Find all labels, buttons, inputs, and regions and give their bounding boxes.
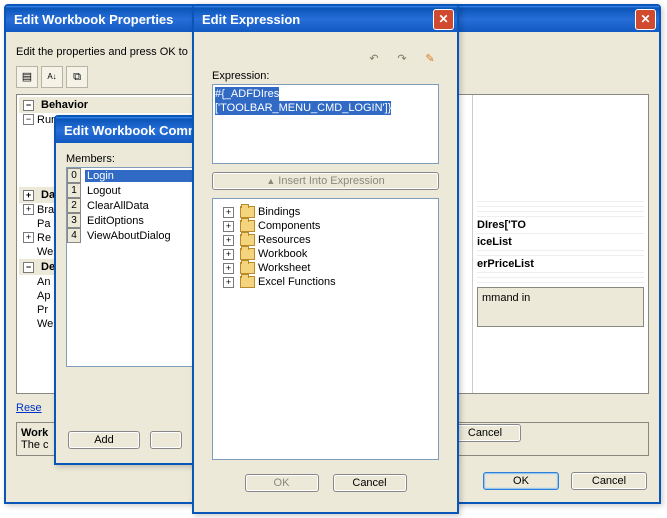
collapse-icon[interactable]: − — [23, 100, 34, 111]
dlgC-title: Edit Expression — [202, 12, 300, 27]
up-arrow-icon: ▲ — [266, 176, 275, 186]
expand-icon[interactable]: + — [223, 263, 234, 274]
dlgB-title: Edit Workbook Comm — [64, 123, 200, 138]
expand-icon[interactable]: + — [223, 207, 234, 218]
reset-link[interactable]: Rese — [16, 402, 42, 414]
folder-icon — [240, 206, 255, 218]
ok-button[interactable]: OK — [245, 474, 319, 492]
tree-item-worksheet[interactable]: +Worksheet — [217, 261, 434, 275]
tree-item-components[interactable]: +Components — [217, 219, 434, 233]
close-icon[interactable]: ✕ — [635, 9, 656, 30]
expand-icon[interactable]: + — [23, 190, 34, 201]
folder-icon — [240, 262, 255, 274]
folder-icon — [240, 220, 255, 232]
expression-input[interactable]: #{_ADFDIres ['TOOLBAR_MENU_CMD_LOGIN']} — [212, 84, 439, 164]
remove-button[interactable] — [150, 431, 182, 449]
behavior-category[interactable]: −Behavior — [19, 97, 194, 113]
dlgA-title: Edit Workbook Properties — [14, 12, 173, 27]
cancel-button[interactable]: Cancel — [571, 472, 647, 490]
collapse-icon[interactable]: − — [23, 262, 34, 273]
ok-button[interactable]: OK — [483, 472, 559, 490]
expand-icon[interactable]: + — [223, 235, 234, 246]
value-cell[interactable]: erPriceList — [477, 256, 644, 273]
collapse-icon[interactable]: − — [23, 114, 34, 125]
tree-item-excel-functions[interactable]: +Excel Functions — [217, 275, 434, 289]
folder-icon — [240, 276, 255, 288]
categorize-icon[interactable]: ▤ — [16, 66, 38, 88]
edit-expression-dialog: Edit Expression ✕ ↶ ↷ ✎ Expression: #{_A… — [192, 4, 459, 514]
tree-item-resources[interactable]: +Resources — [217, 233, 434, 247]
dlgA-right-values: DIres['TO iceList erPriceList mmand in — [472, 95, 648, 393]
sort-az-icon[interactable]: A↓ — [41, 66, 63, 88]
value-cell[interactable]: DIres['TO — [477, 217, 644, 234]
expand-icon[interactable]: + — [23, 204, 34, 215]
tree-item-workbook[interactable]: +Workbook — [217, 247, 434, 261]
add-button[interactable]: Add — [68, 431, 140, 449]
expression-label: Expression: — [204, 70, 447, 82]
undo-icon[interactable]: ↶ — [365, 50, 383, 68]
expression-tree[interactable]: +Bindings +Components +Resources +Workbo… — [212, 198, 439, 460]
expression-toolbar: ↶ ↷ ✎ — [204, 42, 447, 70]
expand-icon[interactable]: + — [223, 277, 234, 288]
close-icon[interactable]: ✕ — [433, 9, 454, 30]
pencil-icon[interactable]: ✎ — [421, 50, 439, 68]
expand-icon[interactable]: + — [23, 232, 34, 243]
prop-pages-icon[interactable]: ⧉ — [66, 66, 88, 88]
dlgC-titlebar[interactable]: Edit Expression ✕ — [194, 6, 457, 32]
cancel-button[interactable]: Cancel — [449, 424, 521, 442]
description-box: mmand in — [477, 287, 644, 327]
folder-icon — [240, 248, 255, 260]
expand-icon[interactable]: + — [223, 249, 234, 260]
cancel-button[interactable]: Cancel — [333, 474, 407, 492]
insert-into-expression-button[interactable]: ▲ Insert Into Expression — [212, 172, 439, 190]
folder-icon — [240, 234, 255, 246]
redo-icon[interactable]: ↷ — [393, 50, 411, 68]
tree-item-bindings[interactable]: +Bindings — [217, 205, 434, 219]
expand-icon[interactable]: + — [223, 221, 234, 232]
value-cell[interactable]: iceList — [477, 234, 644, 251]
